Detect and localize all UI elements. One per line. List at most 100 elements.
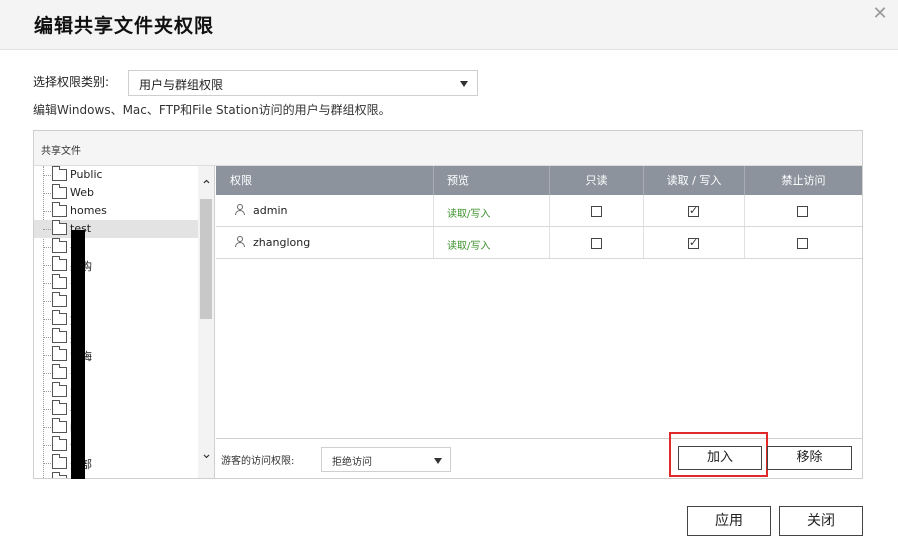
tree-item-label: homes [70, 204, 107, 217]
deny-checkbox[interactable] [797, 206, 808, 217]
column-deny[interactable]: 禁止访问 [745, 166, 862, 195]
apply-button[interactable]: 应用 [687, 506, 771, 536]
tree-item[interactable]: 部 [34, 238, 198, 256]
folder-icon [52, 220, 67, 235]
guest-access-label: 游客的访问权限: [221, 456, 295, 467]
tree-connector [43, 319, 51, 320]
folder-icon [52, 202, 67, 217]
folder-icon [52, 328, 67, 343]
folder-icon [52, 346, 67, 361]
folder-icon [52, 184, 67, 199]
tree-item[interactable]: 务部 [34, 454, 198, 472]
column-preview[interactable]: 预览 [434, 166, 550, 195]
permission-type-select[interactable]: 用户与群组权限 [128, 70, 478, 96]
readonly-checkbox[interactable] [591, 206, 602, 217]
add-button[interactable]: 加入 [678, 446, 762, 470]
column-permission[interactable]: 权限 [216, 166, 434, 195]
deny-checkbox[interactable] [797, 238, 808, 249]
permissions-panel: 共享文件 PublicWebhomestest部采购部门室处管梅部家子明设务部销… [33, 130, 863, 479]
readwrite-checkbox[interactable] [688, 204, 699, 217]
preview-value: 读取/写入 [447, 241, 491, 252]
tree-connector [43, 427, 51, 428]
column-readonly[interactable]: 只读 [550, 166, 644, 195]
permission-type-label: 选择权限类别: [33, 75, 110, 89]
tree-item[interactable]: 销 [34, 472, 198, 478]
guest-access-select[interactable]: 拒绝访问 [321, 447, 451, 472]
table-row[interactable]: zhanglong 读取/写入 [216, 227, 862, 259]
tree-item[interactable]: 采购 [34, 256, 198, 274]
panel-header: 共享文件 [34, 131, 862, 166]
folder-icon [52, 256, 67, 271]
permission-grid: 权限 预览 只读 读取 / 写入 禁止访问 admin 读取/写入 ✓ zhan… [216, 166, 862, 438]
tree-connector [43, 175, 51, 176]
tree-connector [43, 193, 51, 194]
tree-item[interactable]: 子 [34, 400, 198, 418]
tree-connector [43, 373, 51, 374]
tree-scrollbar[interactable]: ⌃ ⌄ [198, 166, 214, 478]
tree-connector [43, 409, 51, 410]
tree-connector [43, 283, 51, 284]
tree-connector [43, 463, 51, 464]
tree-connector [43, 247, 51, 248]
shared-folders-header: 共享文件 [41, 146, 81, 157]
chevron-down-icon [460, 81, 468, 87]
user-icon [235, 204, 245, 216]
tree-item[interactable]: 室 [34, 310, 198, 328]
close-icon[interactable]: ✕ [870, 4, 890, 24]
tree-item[interactable]: Web [34, 184, 198, 202]
folder-icon [52, 292, 67, 307]
description-text: 编辑Windows、Mac、FTP和File Station访问的用户与群组权限… [33, 103, 391, 117]
tree-item[interactable]: 管梅 [34, 346, 198, 364]
folder-icon [52, 400, 67, 415]
tree-item-label: Public [70, 168, 103, 181]
tree-item[interactable]: 部 [34, 364, 198, 382]
folder-icon [52, 166, 67, 181]
dialog-header: 编辑共享文件夹权限 ✕ [0, 0, 898, 50]
tree-item[interactable]: 部 [34, 274, 198, 292]
folder-icon [52, 274, 67, 289]
permission-type-value: 用户与群组权限 [139, 78, 224, 92]
table-row[interactable]: admin 读取/写入 [216, 195, 862, 227]
folder-icon [52, 310, 67, 325]
readwrite-checkbox[interactable] [688, 236, 699, 249]
folder-tree: PublicWebhomestest部采购部门室处管梅部家子明设务部销 ⌃ ⌄ [34, 166, 215, 478]
folder-icon [52, 418, 67, 433]
tree-connector [43, 391, 51, 392]
folder-icon [52, 382, 67, 397]
remove-button[interactable]: 移除 [767, 446, 852, 470]
folder-icon [52, 364, 67, 379]
guest-access-value: 拒绝访问 [332, 457, 372, 468]
preview-value: 读取/写入 [447, 209, 491, 220]
tree-connector [43, 229, 51, 230]
chevron-down-icon[interactable]: ⌄ [198, 446, 214, 463]
user-name: zhanglong [253, 236, 311, 249]
redaction-bar [71, 230, 85, 479]
tree-connector [43, 211, 51, 212]
folder-icon [52, 454, 67, 469]
tree-item[interactable]: Public [34, 166, 198, 184]
folder-icon [52, 436, 67, 451]
close-button[interactable]: 关闭 [779, 506, 863, 536]
tree-item[interactable]: 家 [34, 382, 198, 400]
grid-header: 权限 预览 只读 读取 / 写入 禁止访问 [216, 166, 862, 195]
folder-icon [52, 472, 67, 478]
tree-item[interactable]: 明 [34, 418, 198, 436]
tree-item[interactable]: test [34, 220, 198, 238]
column-readwrite[interactable]: 读取 / 写入 [644, 166, 745, 195]
dialog-title: 编辑共享文件夹权限 [34, 15, 215, 37]
tree-item[interactable]: 设 [34, 436, 198, 454]
tree-connector [43, 355, 51, 356]
tree-connector [43, 445, 51, 446]
tree-item[interactable]: 门 [34, 292, 198, 310]
user-name: admin [253, 204, 288, 217]
chevron-up-icon[interactable]: ⌃ [198, 178, 214, 195]
tree-item-label: Web [70, 186, 94, 199]
scroll-thumb[interactable] [200, 199, 212, 319]
folder-icon [52, 238, 67, 253]
tree-item[interactable]: 处 [34, 328, 198, 346]
readonly-checkbox[interactable] [591, 238, 602, 249]
tree-connector [43, 265, 51, 266]
chevron-down-icon [434, 458, 442, 464]
tree-item[interactable]: homes [34, 202, 198, 220]
tree-connector [43, 301, 51, 302]
